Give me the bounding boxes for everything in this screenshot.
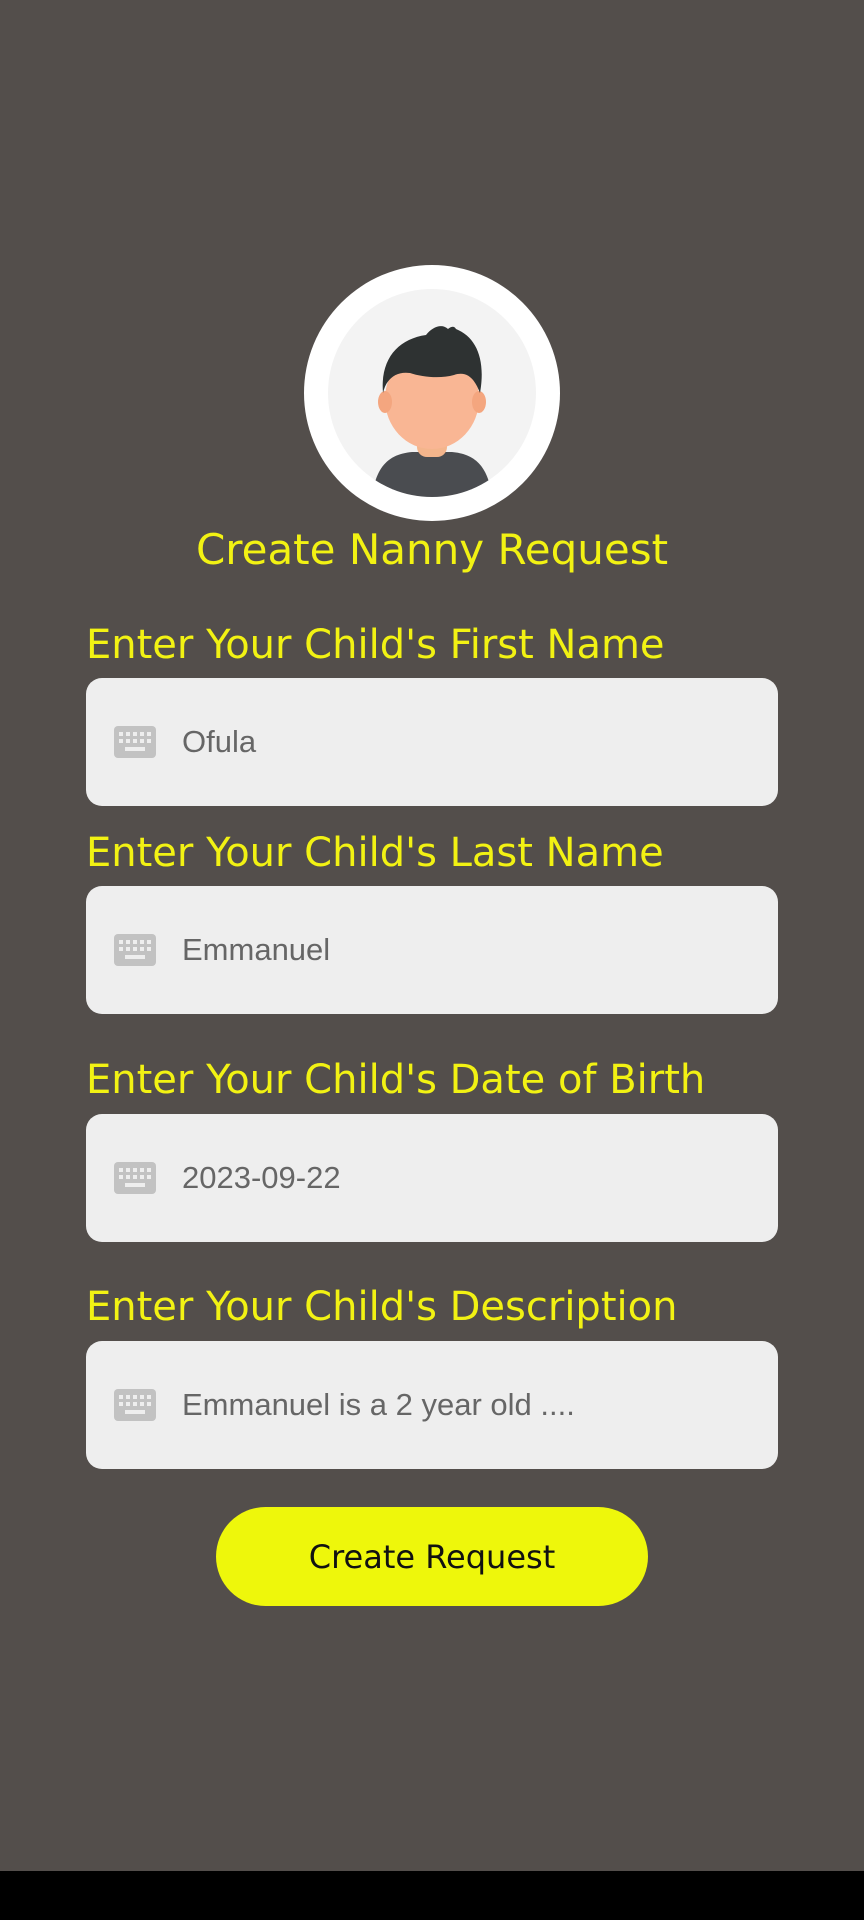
system-navigation-bar xyxy=(0,1871,864,1920)
first-name-field[interactable]: Ofula xyxy=(86,678,778,806)
child-avatar-icon xyxy=(328,289,536,497)
date-of-birth-field[interactable]: 2023-09-22 xyxy=(86,1114,778,1242)
keyboard-icon xyxy=(114,1389,156,1421)
create-request-button[interactable]: Create Request xyxy=(216,1507,648,1606)
last-name-label: Enter Your Child's Last Name xyxy=(86,830,664,876)
date-of-birth-value: 2023-09-22 xyxy=(182,1160,341,1195)
app-screen: Create Nanny Request Enter Your Child's … xyxy=(0,0,864,1871)
keyboard-icon xyxy=(114,1162,156,1194)
page-title: Create Nanny Request xyxy=(195,525,669,574)
description-label: Enter Your Child's Description xyxy=(86,1284,678,1330)
keyboard-icon xyxy=(114,934,156,966)
first-name-value: Ofula xyxy=(182,724,257,759)
avatar xyxy=(304,265,560,521)
last-name-value: Emmanuel xyxy=(182,932,331,967)
description-field[interactable]: Emmanuel is a 2 year old .... xyxy=(86,1341,778,1469)
keyboard-icon xyxy=(114,726,156,758)
description-value: Emmanuel is a 2 year old .... xyxy=(182,1387,575,1422)
last-name-field[interactable]: Emmanuel xyxy=(86,886,778,1014)
first-name-label: Enter Your Child's First Name xyxy=(86,622,665,668)
date-of-birth-label: Enter Your Child's Date of Birth xyxy=(86,1057,706,1103)
